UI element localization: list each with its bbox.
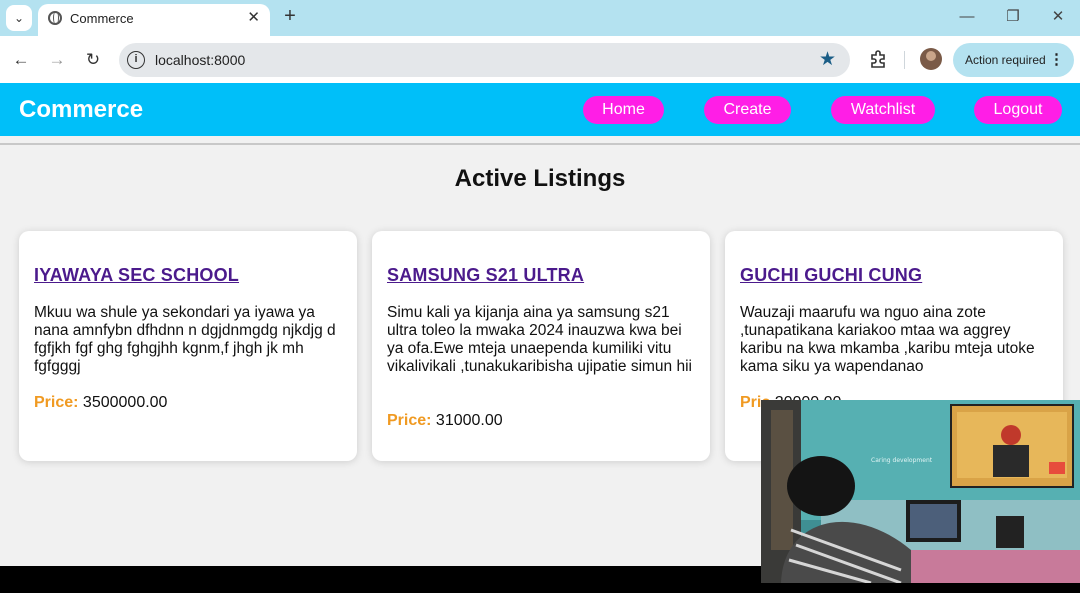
minimize-icon[interactable]: — xyxy=(956,6,978,28)
webcam-overlay: Caring development xyxy=(761,400,1080,583)
restore-icon[interactable]: ❐ xyxy=(1002,6,1024,28)
url-text[interactable]: localhost:8000 xyxy=(155,52,245,68)
listing-card: SAMSUNG S21 ULTRA Simu kali ya kijanja a… xyxy=(372,231,710,461)
listing-title-link[interactable]: IYAWAYA SEC SCHOOL xyxy=(34,265,239,286)
toolbar-divider xyxy=(904,51,905,69)
action-required-label: Action required xyxy=(965,53,1046,67)
action-required-button[interactable]: Action required ⋮ xyxy=(953,43,1074,77)
price-label: Price: xyxy=(34,394,79,411)
price-value: 31000.00 xyxy=(435,412,503,429)
price-label: Price: xyxy=(387,412,432,429)
site-info-icon[interactable]: i xyxy=(127,51,145,69)
browser-tab-strip: ⌄ Commerce ✕ + — ❐ ✕ xyxy=(0,0,1080,36)
avatar[interactable] xyxy=(920,48,942,70)
nav-home-button[interactable]: Home xyxy=(583,96,664,124)
listing-title-link[interactable]: SAMSUNG S21 ULTRA xyxy=(387,265,584,286)
screen: ⌄ Commerce ✕ + — ❐ ✕ ← → ↻ i localhost:8… xyxy=(0,0,1080,593)
tab-title: Commerce xyxy=(70,11,134,26)
tab-search-button[interactable]: ⌄ xyxy=(6,5,32,31)
close-tab-icon[interactable]: ✕ xyxy=(247,8,260,26)
listing-title-link[interactable]: GUCHI GUCHI CUNG xyxy=(740,265,922,286)
browser-toolbar: ← → ↻ i localhost:8000 ★ Action required… xyxy=(0,36,1080,83)
nav-watchlist-button[interactable]: Watchlist xyxy=(831,96,935,124)
nav-logout-button[interactable]: Logout xyxy=(974,96,1062,124)
back-icon[interactable]: ← xyxy=(10,49,32,71)
listing-price: Price: 3500000.00 xyxy=(34,394,167,412)
reload-icon[interactable]: ↻ xyxy=(82,49,104,71)
listing-price: Price: 31000.00 xyxy=(387,412,503,430)
header-divider xyxy=(0,143,1080,145)
new-tab-button[interactable]: + xyxy=(279,4,301,28)
extensions-icon[interactable] xyxy=(868,49,888,69)
more-menu-icon[interactable]: ⋮ xyxy=(1049,50,1064,68)
browser-tab[interactable]: Commerce ✕ xyxy=(38,4,270,36)
listing-card: IYAWAYA SEC SCHOOL Mkuu wa shule ya seko… xyxy=(19,231,357,461)
nav-create-button[interactable]: Create xyxy=(704,96,791,124)
brand-logo[interactable]: Commerce xyxy=(19,96,143,124)
listing-description: Mkuu wa shule ya sekondari ya iyawa ya n… xyxy=(34,304,336,375)
address-bar[interactable]: i localhost:8000 ★ xyxy=(119,43,850,77)
tv-caption-text: Caring development xyxy=(871,457,933,464)
globe-icon xyxy=(48,11,62,25)
bookmark-star-icon[interactable]: ★ xyxy=(819,48,836,71)
price-value: 3500000.00 xyxy=(82,394,168,411)
listing-description: Simu kali ya kijanja aina ya samsung s21… xyxy=(387,304,692,375)
forward-icon[interactable]: → xyxy=(46,49,68,71)
listing-description: Wauzaji maarufu wa nguo aina zote ,tunap… xyxy=(740,304,1035,375)
site-header: Commerce Home Create Watchlist Logout xyxy=(0,83,1080,136)
page-title: Active Listings xyxy=(454,165,626,192)
close-window-icon[interactable]: ✕ xyxy=(1047,6,1069,28)
